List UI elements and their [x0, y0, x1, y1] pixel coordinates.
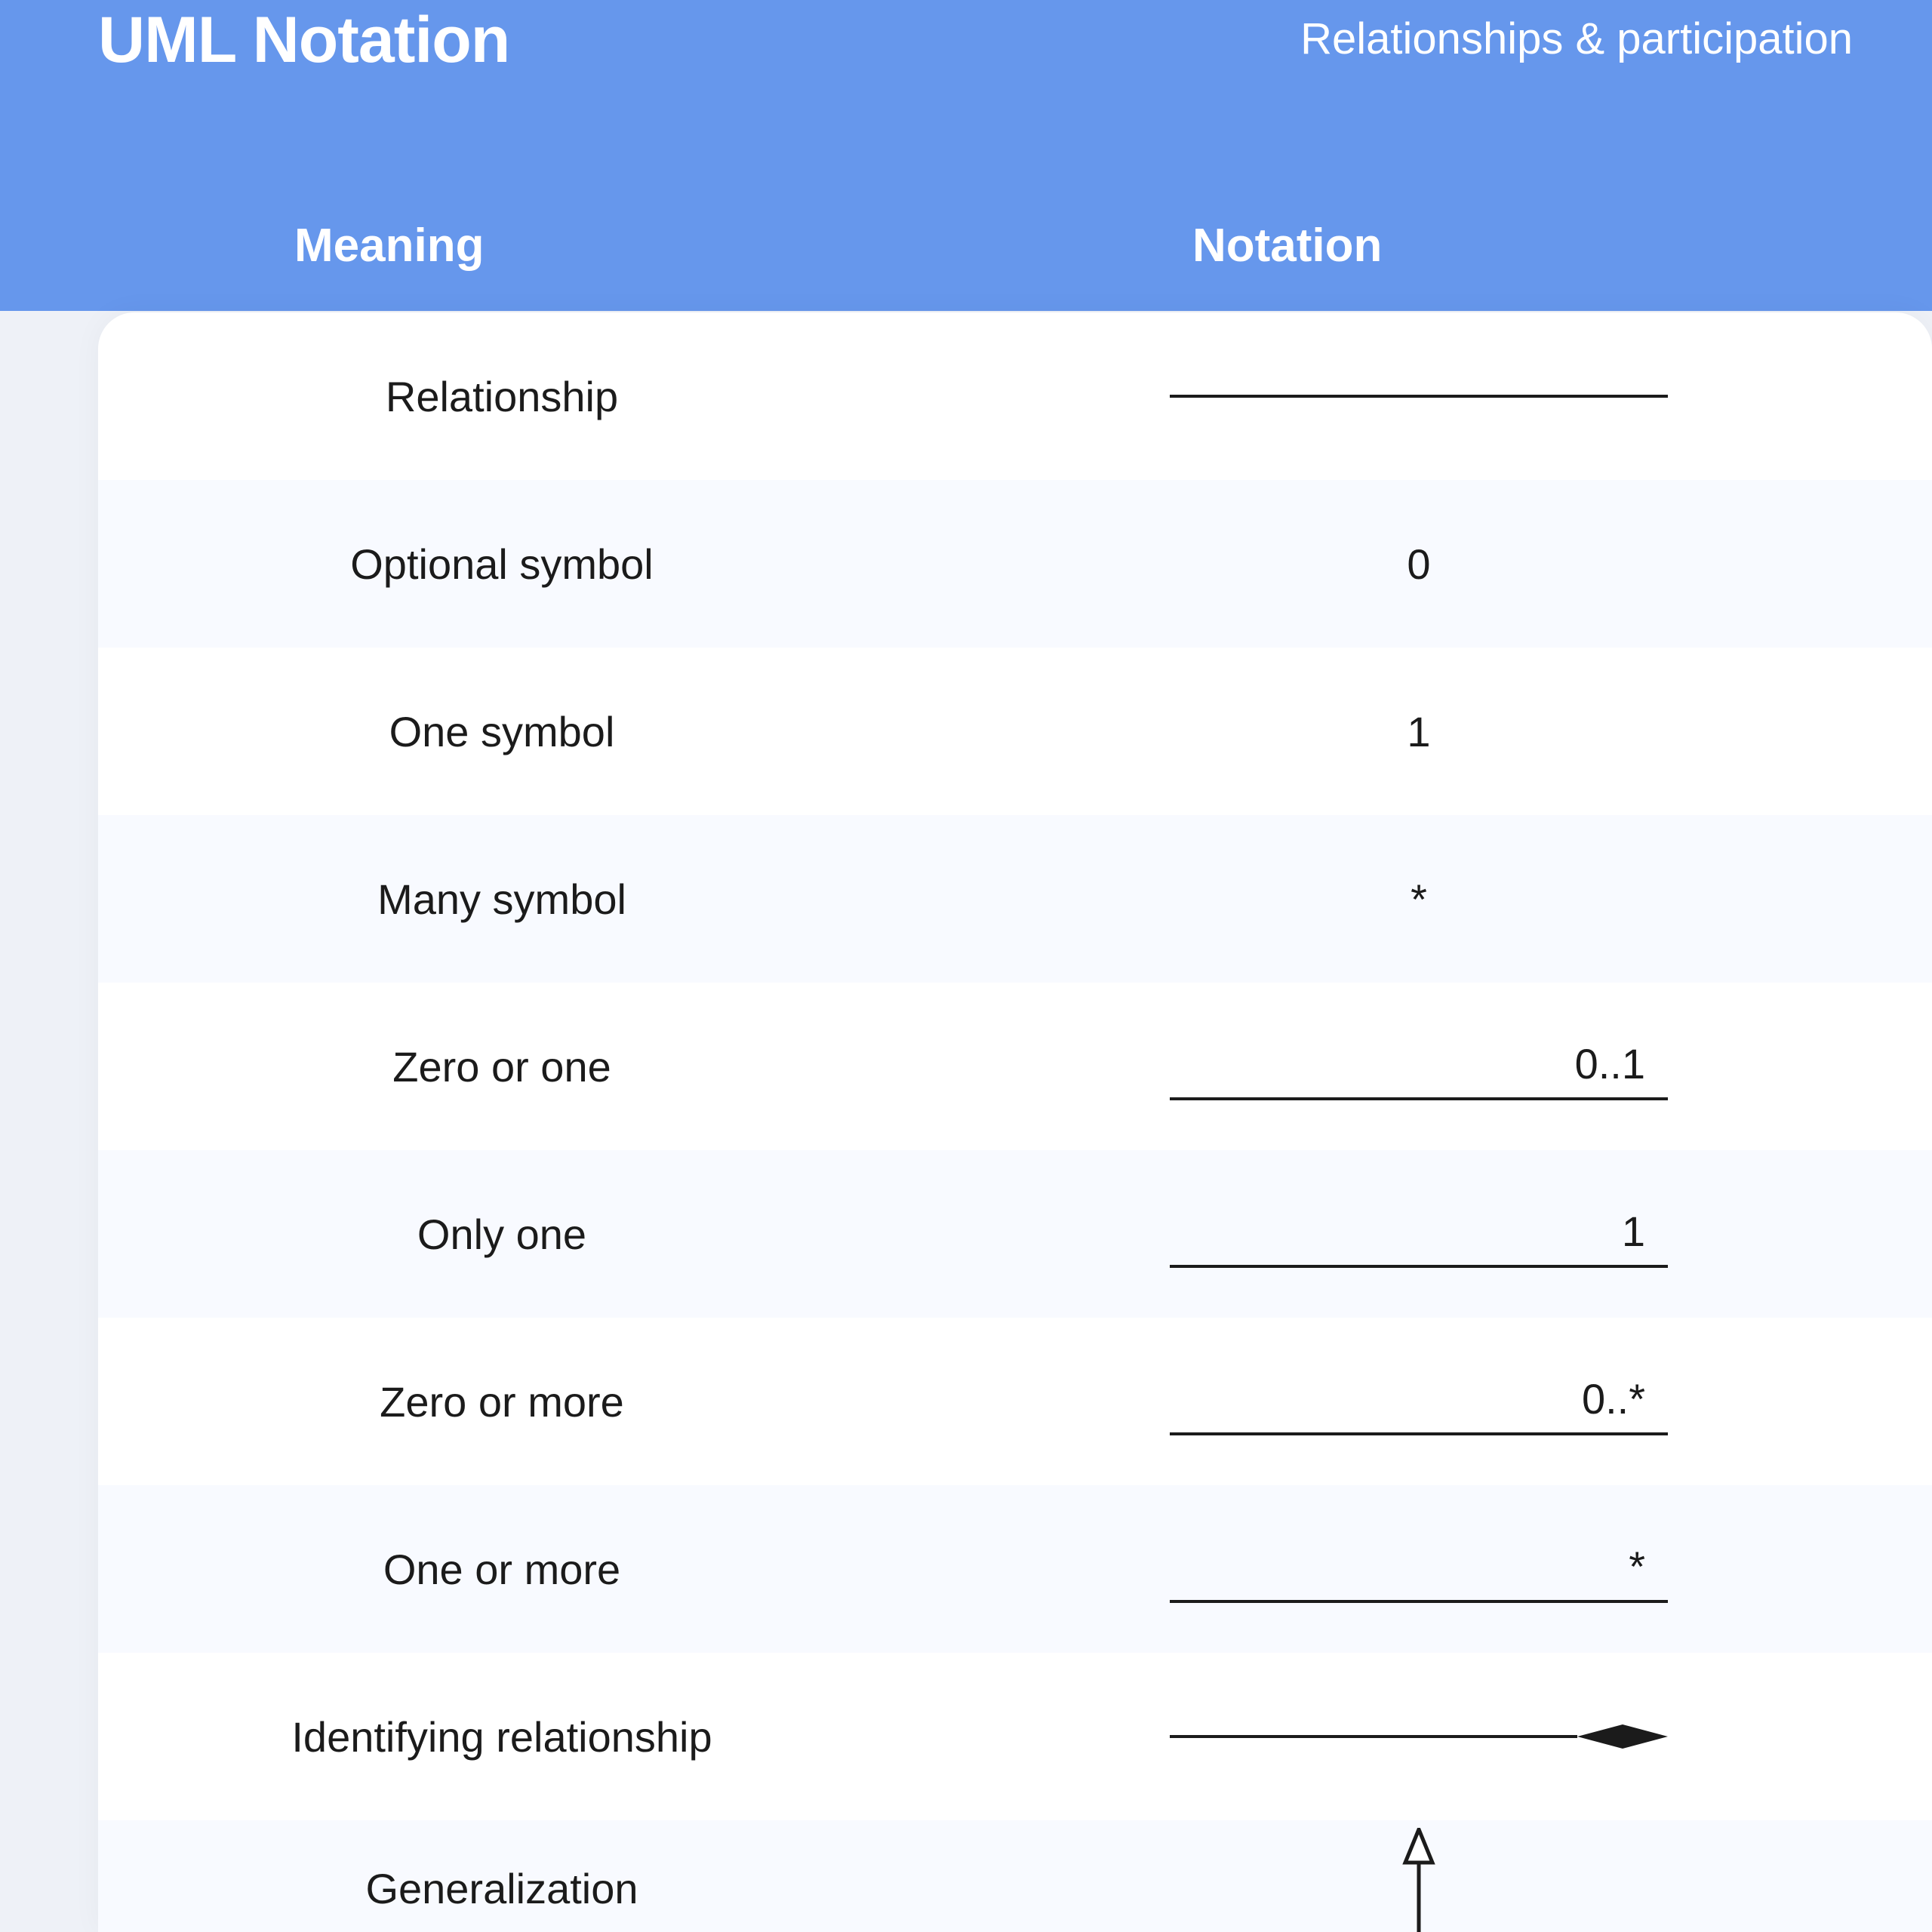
- notation-symbol: 1: [1407, 707, 1430, 756]
- table-row: Optional symbol 0: [98, 480, 1932, 648]
- line-icon: [1170, 1432, 1668, 1435]
- multiplicity-line-icon: 0..1: [1170, 1032, 1668, 1100]
- notation-cell: 1: [906, 1150, 1932, 1318]
- notation-symbol: 0: [1407, 540, 1430, 589]
- multiplicity-label: 0..*: [1582, 1374, 1645, 1423]
- relationship-line-icon: [1170, 395, 1668, 398]
- meaning-label: Only one: [98, 1210, 906, 1259]
- multiplicity-label: *: [1629, 1542, 1645, 1591]
- page-title: UML Notation: [98, 3, 509, 78]
- identifying-relationship-icon: [1170, 1721, 1668, 1752]
- notation-cell: 0: [906, 480, 1932, 648]
- line-icon: [1170, 1600, 1668, 1603]
- column-header-notation: Notation: [1192, 219, 1382, 272]
- table-row: Zero or one 0..1: [98, 983, 1932, 1150]
- notation-cell: [906, 312, 1932, 480]
- table-row: Identifying relationship: [98, 1653, 1932, 1820]
- notation-table: Relationship Optional symbol 0 One symbo…: [98, 312, 1932, 1932]
- multiplicity-line-icon: *: [1170, 1535, 1668, 1603]
- meaning-label: Zero or more: [98, 1377, 906, 1426]
- notation-cell: [906, 1653, 1932, 1820]
- line-icon: [1170, 1735, 1577, 1738]
- notation-cell: 0..*: [906, 1318, 1932, 1485]
- notation-cell: *: [906, 1485, 1932, 1653]
- table-row: Generalization: [98, 1820, 1932, 1932]
- table-row: Zero or more 0..*: [98, 1318, 1932, 1485]
- table-row: Only one 1: [98, 1150, 1932, 1318]
- meaning-label: Zero or one: [98, 1042, 906, 1091]
- table-row: One symbol 1: [98, 648, 1932, 815]
- notation-symbol: *: [1411, 875, 1427, 924]
- filled-diamond-icon: [1577, 1721, 1668, 1752]
- notation-cell: [906, 1820, 1932, 1932]
- notation-cell: 0..1: [906, 983, 1932, 1150]
- table-row: Relationship: [98, 312, 1932, 480]
- line-icon: [1170, 1097, 1668, 1100]
- meaning-label: Relationship: [98, 372, 906, 421]
- multiplicity-line-icon: 0..*: [1170, 1367, 1668, 1435]
- meaning-label: One symbol: [98, 707, 906, 756]
- multiplicity-line-icon: 1: [1170, 1200, 1668, 1268]
- meaning-label: Identifying relationship: [98, 1712, 906, 1761]
- column-header-meaning: Meaning: [294, 219, 484, 272]
- multiplicity-label: 0..1: [1575, 1039, 1645, 1088]
- meaning-label: One or more: [98, 1545, 906, 1594]
- meaning-label: Many symbol: [98, 875, 906, 924]
- table-row: One or more *: [98, 1485, 1932, 1653]
- line-icon: [1170, 1265, 1668, 1268]
- generalization-arrow-icon: [1396, 1828, 1441, 1932]
- meaning-label: Optional symbol: [98, 540, 906, 589]
- multiplicity-label: 1: [1622, 1207, 1645, 1256]
- notation-cell: 1: [906, 648, 1932, 815]
- table-row: Many symbol *: [98, 815, 1932, 983]
- meaning-label: Generalization: [98, 1864, 906, 1913]
- page-subtitle: Relationships & participation: [1300, 14, 1853, 64]
- notation-cell: *: [906, 815, 1932, 983]
